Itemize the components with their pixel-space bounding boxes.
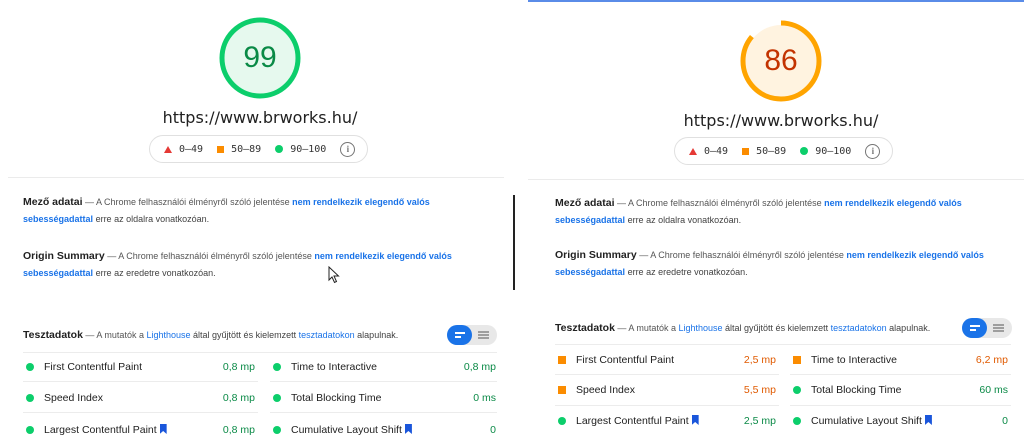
vertical-divider (513, 195, 515, 290)
status-icon (793, 356, 801, 364)
legend-fail: 0–49 (689, 146, 728, 157)
legend-pass: 90–100 (275, 144, 326, 155)
bookmark-icon (691, 415, 699, 425)
lighthouse-link[interactable]: Lighthouse (146, 330, 190, 340)
square-icon (217, 145, 225, 153)
circle-icon (800, 147, 809, 155)
status-icon (273, 394, 281, 402)
status-icon (558, 417, 566, 425)
metric-tti: Time to Interactive 0,8 mp (273, 357, 496, 377)
metric-speed-index: Speed Index 5,5 mp (558, 380, 776, 400)
lighthouse-link[interactable]: Lighthouse (678, 323, 722, 333)
legend-fail: 0–49 (164, 144, 203, 155)
mouse-cursor-icon (328, 266, 340, 284)
field-data-section: Mező adatai — A Chrome felhasználói élmé… (555, 197, 962, 225)
circle-icon (275, 145, 284, 153)
field-data-title: Mező adatai (23, 196, 83, 208)
status-icon (558, 356, 566, 364)
metric-speed-index: Speed Index 0,8 mp (26, 388, 255, 408)
lab-data-title: Tesztadatok (23, 329, 83, 341)
status-icon (273, 363, 281, 371)
compact-view-icon[interactable] (447, 325, 472, 345)
bookmark-icon (159, 424, 167, 434)
performance-score-gauge: 86 (739, 19, 823, 103)
square-icon (742, 147, 750, 155)
metrics-view-toggle[interactable] (447, 325, 497, 345)
legend-average: 50–89 (742, 146, 786, 157)
performance-score: 86 (764, 44, 798, 77)
divider (528, 179, 1024, 180)
origin-summary-section: Origin Summary — A Chrome felhasználói é… (23, 250, 452, 278)
status-icon (793, 417, 801, 425)
report-left: 99 https://www.brworks.hu/ 0–49 50–89 90… (0, 0, 512, 436)
lab-data-header: Tesztadatok — A mutatók a Lighthouse ált… (555, 322, 931, 334)
info-icon[interactable]: i (865, 143, 881, 159)
score-legend: 0–49 50–89 90–100 i (149, 135, 369, 163)
metric-fcp: First Contentful Paint 2,5 mp (558, 350, 776, 370)
origin-summary-title: Origin Summary (23, 250, 105, 262)
legend-pass: 90–100 (800, 146, 851, 157)
performance-score-gauge: 99 (218, 16, 302, 100)
status-icon (558, 386, 566, 394)
origin-summary-section: Origin Summary — A Chrome felhasználói é… (555, 249, 984, 277)
triangle-icon (689, 147, 697, 155)
metric-fcp: First Contentful Paint 0,8 mp (26, 357, 255, 377)
lab-data-title: Tesztadatok (555, 322, 615, 334)
status-icon (273, 426, 281, 434)
field-data-title: Mező adatai (555, 197, 615, 209)
status-icon (26, 363, 34, 371)
info-icon[interactable]: i (340, 141, 356, 157)
origin-summary-title: Origin Summary (555, 249, 637, 261)
compact-view-icon[interactable] (962, 318, 987, 338)
bookmark-icon (924, 415, 932, 425)
metric-tbt: Total Blocking Time 60 ms (793, 380, 1008, 400)
divider (8, 177, 504, 178)
lab-data-header: Tesztadatok — A mutatók a Lighthouse ált… (23, 329, 399, 341)
tested-url: https://www.brworks.hu/ (162, 108, 358, 127)
bookmark-icon (404, 424, 412, 434)
performance-score: 99 (243, 41, 277, 74)
metric-lcp: Largest Contentful Paint 2,5 mp (558, 411, 776, 431)
status-icon (793, 386, 801, 394)
score-legend: 0–49 50–89 90–100 i (674, 137, 894, 165)
triangle-icon (164, 145, 172, 153)
status-icon (26, 426, 34, 434)
metric-lcp: Largest Contentful Paint 0,8 mp (26, 420, 255, 436)
report-right: 86 https://www.brworks.hu/ 0–49 50–89 90… (528, 0, 1024, 436)
lab-data-link[interactable]: tesztadatokon (299, 330, 355, 340)
legend-average: 50–89 (217, 144, 261, 155)
metric-tti: Time to Interactive 6,2 mp (793, 350, 1008, 370)
metric-tbt: Total Blocking Time 0 ms (273, 388, 496, 408)
tested-url: https://www.brworks.hu/ (683, 111, 879, 130)
field-data-section: Mező adatai — A Chrome felhasználói élmé… (23, 196, 430, 224)
status-icon (26, 394, 34, 402)
lab-data-link[interactable]: tesztadatokon (831, 323, 887, 333)
metrics-view-toggle[interactable] (962, 318, 1012, 338)
metric-cls: Cumulative Layout Shift 0 (793, 411, 1008, 431)
metric-cls: Cumulative Layout Shift 0 (273, 420, 496, 436)
